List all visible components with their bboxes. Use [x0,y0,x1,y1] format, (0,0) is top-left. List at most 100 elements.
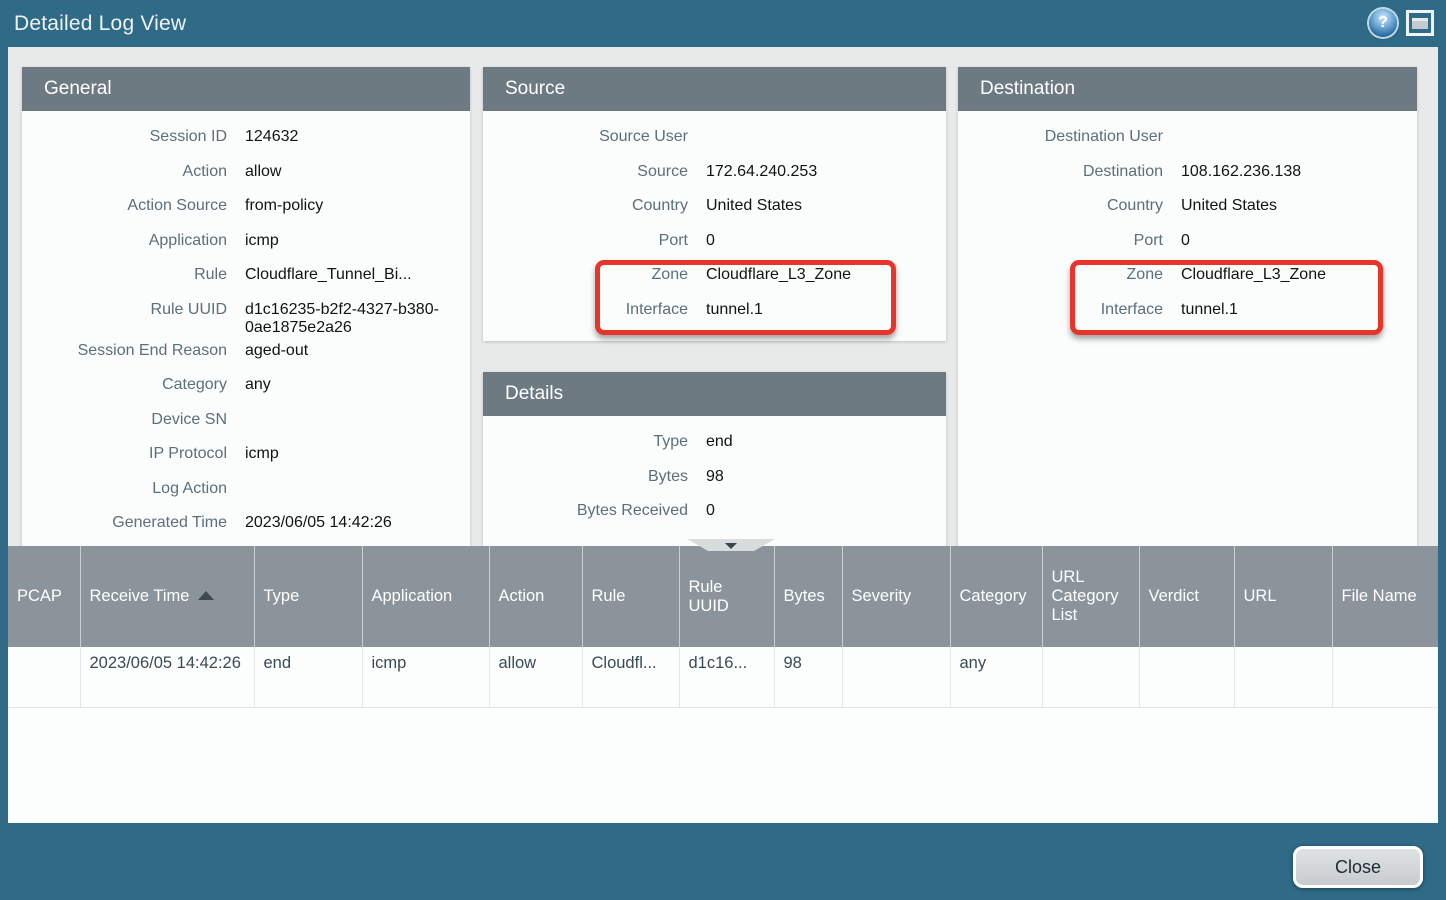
field-row-source-interface: Interface tunnel.1 [483,296,946,331]
maximize-window-icon[interactable] [1406,10,1434,36]
field-value: 0 [1163,232,1417,250]
column-header-label: Bytes [784,587,825,605]
field-row-session-id: Session ID 124632 [22,123,470,158]
field-value: 0 [688,232,946,250]
column-header-label: Action [499,587,545,605]
column-header-label: Type [264,587,300,605]
field-row-destination-country: Country United States [958,192,1417,227]
field-value: icmp [227,445,470,463]
cell-url-category-list [1042,647,1139,707]
column-header-label: Rule UUID [689,578,729,615]
field-label: Bytes Received [483,502,688,520]
field-row-ip-protocol: IP Protocol icmp [22,440,470,475]
column-header-rule[interactable]: Rule [582,546,679,647]
column-header-type[interactable]: Type [254,546,362,647]
field-label: Rule UUID [22,301,227,319]
log-table: PCAP Receive Time Type Application Actio… [8,546,1438,708]
general-panel: General Session ID 124632 Action allow A… [22,67,470,546]
general-panel-body: Session ID 124632 Action allow Action So… [22,111,470,534]
column-header-url[interactable]: URL [1234,546,1332,647]
cell-severity [842,647,950,707]
field-row-action-source: Action Source from-policy [22,192,470,227]
column-header-severity[interactable]: Severity [842,546,950,647]
column-header-label: Verdict [1149,587,1199,605]
field-row-destination-port: Port 0 [958,227,1417,262]
field-label: Destination User [958,128,1163,146]
column-header-receive-time[interactable]: Receive Time [80,546,254,647]
field-label: Rule [22,266,227,284]
cell-url [1234,647,1332,707]
cell-bytes: 98 [774,647,842,707]
column-header-rule-uuid[interactable]: Rule UUID [679,546,774,647]
column-header-label: File Name [1342,587,1417,605]
field-label: Port [483,232,688,250]
column-header-pcap[interactable]: PCAP [8,546,80,647]
field-label: Source [483,163,688,181]
field-label: Country [958,197,1163,215]
column-header-file-name[interactable]: File Name [1332,546,1438,647]
log-table-region: PCAP Receive Time Type Application Actio… [8,546,1438,823]
field-row-generated-time: Generated Time 2023/06/05 14:42:26 [22,509,470,534]
field-value: United States [688,197,946,215]
field-value: from-policy [227,197,470,215]
field-label: Source User [483,128,688,146]
dialog-footer: Close [0,823,1446,900]
field-row-bytes-received: Bytes Received 0 [483,497,946,532]
column-header-url-category-list[interactable]: URL Category List [1042,546,1139,647]
field-label: Category [22,376,227,394]
field-value: any [227,376,470,394]
field-label: Application [22,232,227,250]
column-header-label: Severity [852,587,912,605]
field-label: Device SN [22,411,227,429]
field-value: United States [1163,197,1417,215]
cell-type: end [254,647,362,707]
field-row-destination: Destination 108.162.236.138 [958,158,1417,193]
column-header-bytes[interactable]: Bytes [774,546,842,647]
source-panel: Source Source User Source 172.64.240.253… [483,67,946,341]
field-label: Interface [483,301,688,319]
field-value: tunnel.1 [1163,301,1417,319]
close-button[interactable]: Close [1293,846,1423,888]
field-row-rule-uuid: Rule UUID d1c16235-b2f2-4327-b380-0ae187… [22,296,470,337]
column-header-label: Rule [592,587,626,605]
cell-rule: Cloudfl... [582,647,679,707]
maximize-window-icon-glyph [1412,18,1428,29]
field-value: 124632 [227,128,470,146]
field-row-source-user: Source User [483,123,946,158]
field-label: Destination [958,163,1163,181]
log-detail-content: General Session ID 124632 Action allow A… [8,47,1438,546]
field-value: 172.64.240.253 [688,163,946,181]
field-value: Cloudflare_L3_Zone [1163,266,1417,284]
field-label: Zone [958,266,1163,284]
cell-action: allow [489,647,582,707]
field-label: Port [958,232,1163,250]
field-row-log-action: Log Action [22,475,470,510]
column-header-application[interactable]: Application [362,546,489,647]
field-row-destination-user: Destination User [958,123,1417,158]
column-header-label: URL [1244,587,1277,605]
field-label: Action [22,163,227,181]
field-label: Session ID [22,128,227,146]
destination-panel-body: Destination User Destination 108.162.236… [958,111,1417,534]
column-header-action[interactable]: Action [489,546,582,647]
field-value: 98 [688,468,946,486]
log-table-row[interactable]: 2023/06/05 14:42:26 end icmp allow Cloud… [8,647,1438,707]
dialog-title: Detailed Log View [0,12,186,36]
column-header-category[interactable]: Category [950,546,1042,647]
field-value: Cloudflare_Tunnel_Bi... [227,266,470,284]
field-label: Country [483,197,688,215]
field-label: Generated Time [22,514,227,532]
field-label: Session End Reason [22,342,227,360]
titlebar-icons: ? [1369,9,1434,37]
field-value: icmp [227,232,470,250]
general-panel-title: General [22,67,470,111]
column-header-verdict[interactable]: Verdict [1139,546,1234,647]
field-value: 0 [688,502,946,520]
field-row-bytes: Bytes 98 [483,463,946,498]
source-panel-body: Source User Source 172.64.240.253 Countr… [483,111,946,330]
help-icon[interactable]: ? [1369,9,1397,37]
field-row-source-zone: Zone Cloudflare_L3_Zone [483,261,946,296]
field-value: allow [227,163,470,181]
field-row-application: Application icmp [22,227,470,262]
field-row-session-end-reason: Session End Reason aged-out [22,337,470,372]
